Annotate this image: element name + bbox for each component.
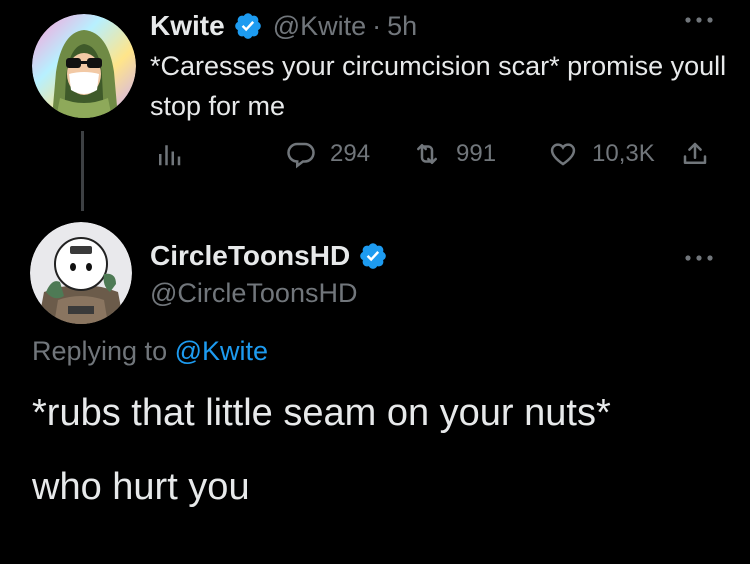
avatar-kwite[interactable] xyxy=(32,14,136,118)
reply-display-name[interactable]: CircleToonsHD xyxy=(150,240,350,272)
separator-dot: · xyxy=(372,10,382,41)
heart-icon xyxy=(550,143,576,166)
reply-handle[interactable]: @CircleToonsHD xyxy=(150,278,357,309)
avatar-circletoonshd[interactable] xyxy=(30,222,132,324)
like-button[interactable]: 10,3K xyxy=(548,138,655,170)
share-button[interactable] xyxy=(680,138,710,170)
reply-tweet-text-line1: *rubs that little seam on your nuts* xyxy=(32,392,611,434)
share-icon xyxy=(683,142,707,164)
verified-badge-icon xyxy=(360,243,386,269)
analytics-icon xyxy=(159,145,181,166)
replying-to-line: Replying to @Kwite xyxy=(32,336,268,367)
tweet-time[interactable]: 5h xyxy=(387,11,417,42)
replying-to-mention-link[interactable]: @Kwite xyxy=(175,336,268,366)
kwite-avatar-image xyxy=(32,14,136,118)
reply-icon xyxy=(287,142,315,169)
more-options-icon[interactable] xyxy=(684,14,714,26)
circletoons-avatar-image xyxy=(30,222,132,324)
reply-button[interactable]: 294 xyxy=(286,138,370,170)
retweet-button[interactable]: 991 xyxy=(412,138,496,170)
replying-to-label: Replying to xyxy=(32,336,168,366)
verified-badge-icon xyxy=(234,13,261,39)
like-count: 10,3K xyxy=(592,140,655,167)
reply-tweet-header: CircleToonsHD xyxy=(150,236,398,276)
tweet-action-bar: 294 991 10,3K xyxy=(150,138,720,170)
retweet-icon xyxy=(417,144,437,164)
thread-connector-line xyxy=(81,131,84,211)
more-options-icon[interactable] xyxy=(684,252,714,264)
analytics-button[interactable] xyxy=(154,138,184,170)
reply-tweet-text-line2: who hurt you xyxy=(32,466,250,508)
parent-tweet-text: *Caresses your circumcision scar* promis… xyxy=(150,51,727,121)
parent-display-name[interactable]: Kwite xyxy=(150,10,225,42)
retweet-count: 991 xyxy=(456,140,497,167)
reply-count: 294 xyxy=(330,140,371,167)
parent-handle[interactable]: @Kwite xyxy=(273,11,366,42)
parent-tweet-header: Kwite @Kwite · 5h xyxy=(150,8,417,44)
